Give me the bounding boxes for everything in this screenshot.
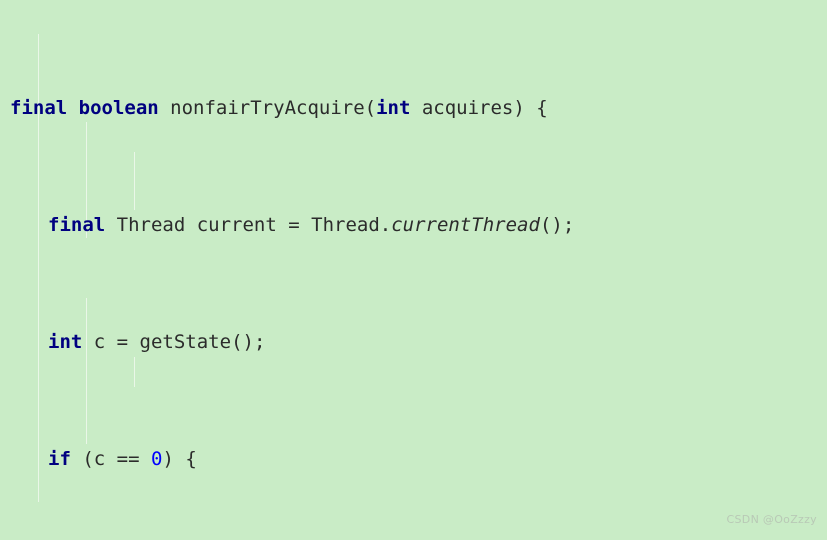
code-line-4[interactable]: if (c == 0) { (0, 445, 827, 474)
token-number-zero: 0 (151, 448, 163, 471)
code-line-2[interactable]: final Thread current = Thread.currentThr… (0, 211, 827, 240)
token-keyword-final: final (48, 214, 106, 237)
token-keyword-int: int (48, 331, 83, 354)
code-editor-pane[interactable]: final boolean nonfairTryAcquire(int acqu… (0, 0, 827, 540)
token-keyword-final: final (10, 96, 68, 119)
token-static-method-currentthread: currentThread (391, 214, 540, 237)
token-keyword-int: int (376, 96, 411, 119)
code-line-3[interactable]: int c = getState(); (0, 328, 827, 357)
code-text[interactable]: final boolean nonfairTryAcquire(int acqu… (0, 6, 827, 540)
code-line-1[interactable]: final boolean nonfairTryAcquire(int acqu… (0, 94, 827, 123)
token-keyword-if: if (48, 448, 71, 471)
watermark-label: CSDN @OoZzzy (726, 512, 817, 526)
token-method-name: nonfairTryAcquire (158, 96, 365, 119)
token-keyword-boolean: boolean (78, 96, 159, 119)
